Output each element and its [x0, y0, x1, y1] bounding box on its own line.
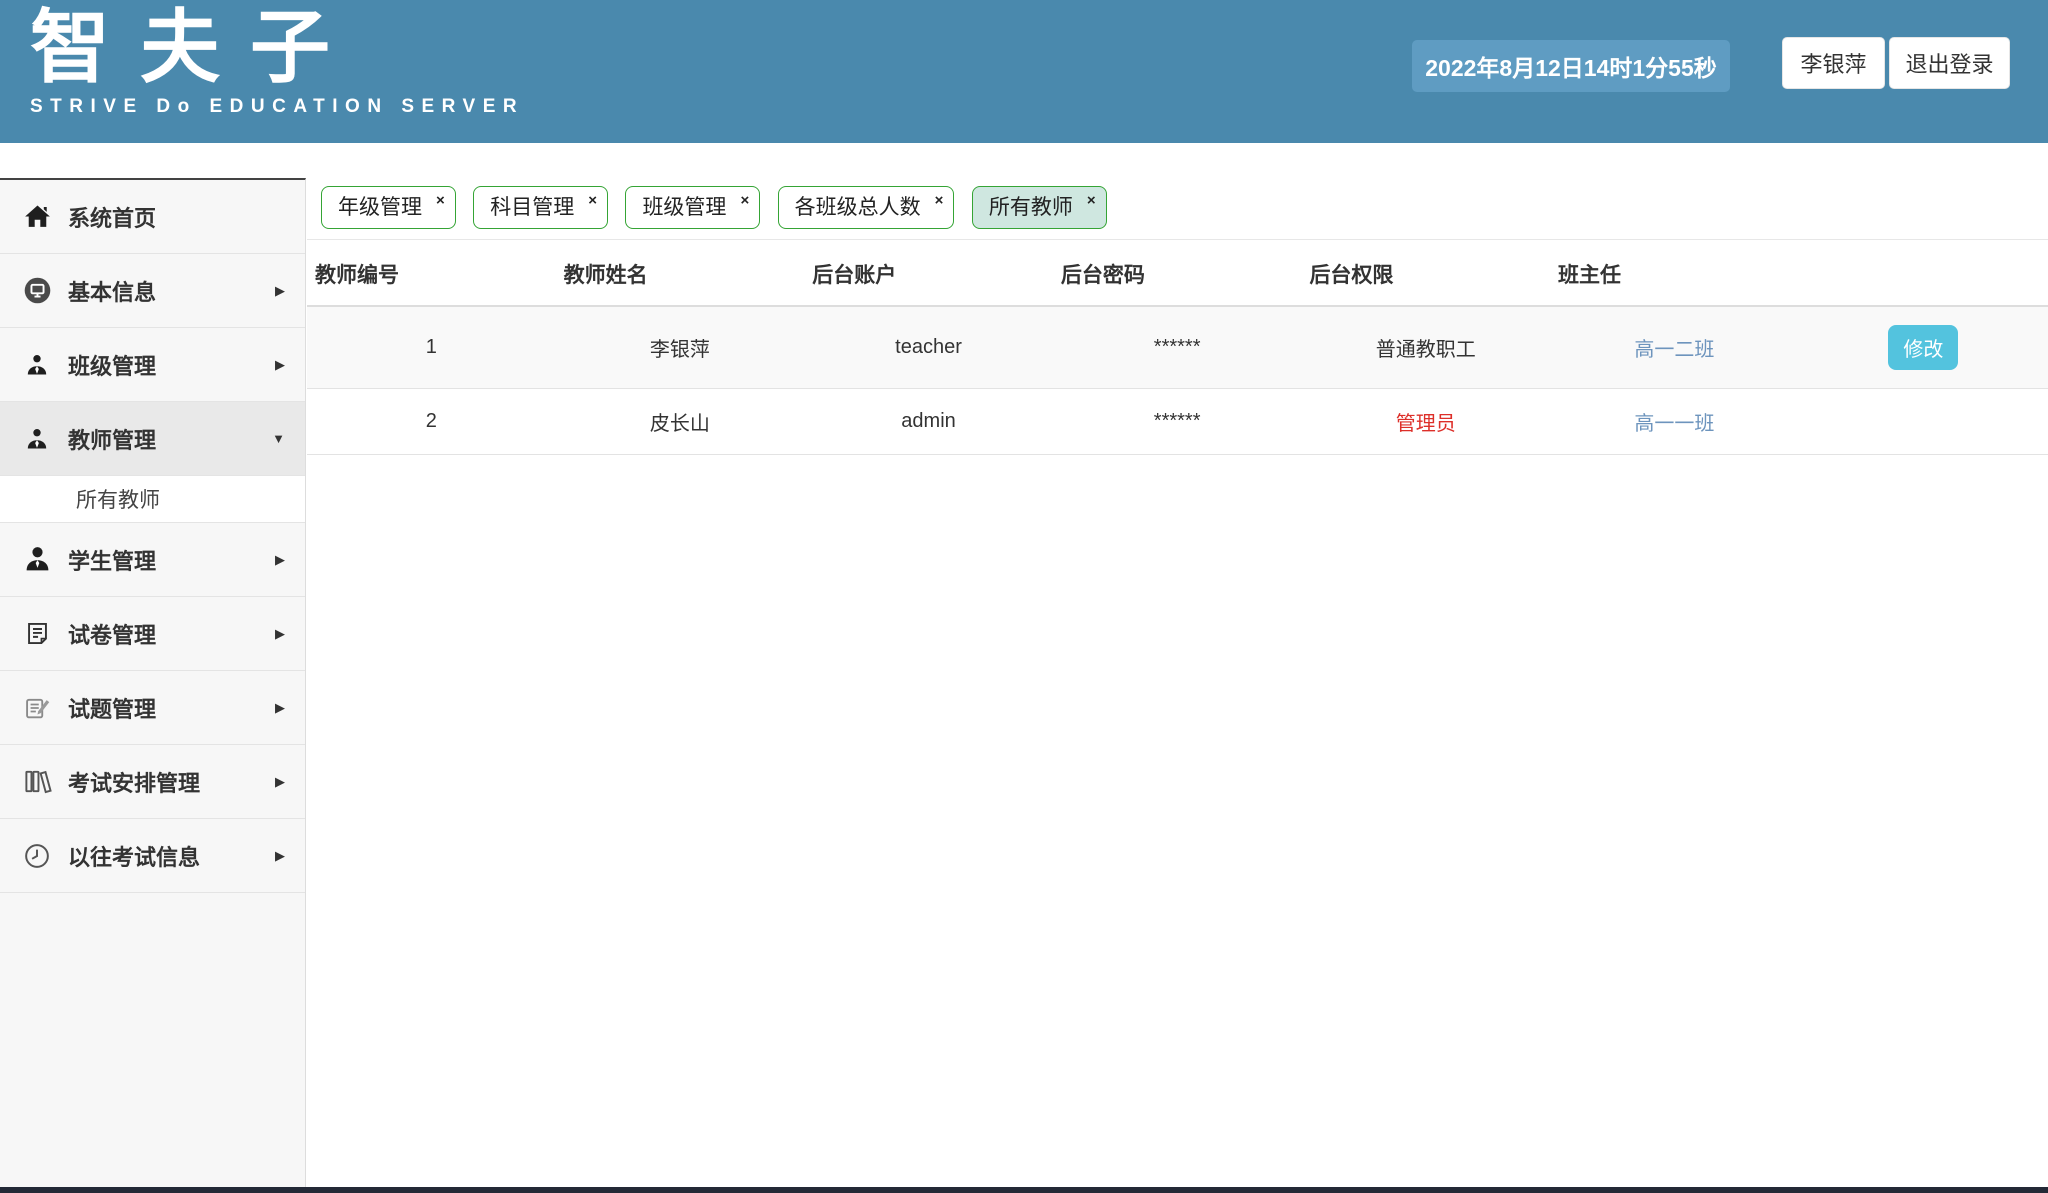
sidebar-item-label: 以往考试信息: [68, 840, 200, 872]
col-header-head-teacher: 班主任: [1550, 240, 1799, 306]
tab-class-totals[interactable]: 各班级总人数 ×: [778, 186, 955, 229]
chevron-right-icon: ▶: [275, 700, 285, 716]
chevron-right-icon: ▶: [275, 283, 285, 299]
sidebar-item-exam-schedule-mgmt[interactable]: 考试安排管理 ▶: [0, 745, 305, 819]
sidebar-item-label: 试卷管理: [68, 618, 156, 650]
sidebar-item-question-mgmt[interactable]: 试题管理 ▶: [0, 671, 305, 745]
main-content: 年级管理 × 科目管理 × 班级管理 × 各班级总人数 × 所有教师 × 教师编…: [307, 178, 2048, 1187]
sidebar-item-label: 基本信息: [68, 275, 156, 307]
tab-label: 所有教师: [989, 187, 1073, 228]
tab-label: 各班级总人数: [795, 187, 921, 228]
monitor-circle-icon: [22, 276, 52, 306]
close-icon[interactable]: ×: [740, 192, 749, 209]
col-header-account: 后台账户: [804, 240, 1053, 306]
cell-account: teacher: [804, 306, 1053, 389]
cell-teacher-name: 皮长山: [556, 389, 805, 455]
sidebar-item-label: 学生管理: [68, 544, 156, 576]
tab-grade-mgmt[interactable]: 年级管理 ×: [321, 186, 456, 229]
sidebar-subitem-label: 所有教师: [76, 484, 160, 514]
datetime-display: 2022年8月12日14时1分55秒: [1412, 40, 1730, 92]
table-row: 2 皮长山 admin ****** 管理员 高一一班: [307, 389, 2048, 455]
chevron-down-icon: ▼: [272, 431, 285, 446]
cell-password: ******: [1053, 306, 1302, 389]
person-icon: [22, 350, 52, 380]
cell-permission: 普通教职工: [1301, 306, 1550, 389]
chevron-right-icon: ▶: [275, 357, 285, 373]
current-user-button[interactable]: 李银萍: [1782, 37, 1885, 89]
sidebar-item-exam-paper-mgmt[interactable]: 试卷管理 ▶: [0, 597, 305, 671]
chevron-right-icon: ▶: [275, 848, 285, 864]
close-icon[interactable]: ×: [935, 192, 944, 209]
person-icon: [22, 424, 52, 454]
sidebar-item-past-exam-info[interactable]: 以往考试信息 ▶: [0, 819, 305, 893]
close-icon[interactable]: ×: [1087, 192, 1096, 209]
sidebar-item-label: 考试安排管理: [68, 766, 200, 798]
sidebar-item-student-mgmt[interactable]: 学生管理 ▶: [0, 523, 305, 597]
tab-class-mgmt[interactable]: 班级管理 ×: [625, 186, 760, 229]
chevron-right-icon: ▶: [275, 552, 285, 568]
sidebar-item-home[interactable]: 系统首页: [0, 180, 305, 254]
cell-permission: 管理员: [1396, 413, 1456, 435]
tab-label: 班级管理: [642, 187, 726, 228]
logout-button[interactable]: 退出登录: [1889, 37, 2010, 89]
paper-icon: [22, 619, 52, 649]
tab-all-teachers[interactable]: 所有教师 ×: [972, 186, 1107, 229]
sidebar-item-label: 教师管理: [68, 423, 156, 455]
sidebar-item-label: 班级管理: [68, 349, 156, 381]
sidebar-item-label: 试题管理: [68, 692, 156, 724]
sidebar-subitem-all-teachers[interactable]: 所有教师: [0, 476, 305, 523]
col-header-teacher-name: 教师姓名: [556, 240, 805, 306]
cell-actions: [1799, 389, 2048, 455]
close-icon[interactable]: ×: [436, 192, 445, 209]
col-header-teacher-id: 教师编号: [307, 240, 556, 306]
sidebar-item-label: 系统首页: [68, 201, 156, 233]
tab-label: 年级管理: [338, 187, 422, 228]
bottom-window-edge: [0, 1187, 2048, 1193]
col-header-actions: [1799, 240, 2048, 306]
cell-account: admin: [804, 389, 1053, 455]
sidebar-item-basic-info[interactable]: 基本信息 ▶: [0, 254, 305, 328]
head-teacher-class-link[interactable]: 高一二班: [1634, 339, 1714, 361]
tab-subject-mgmt[interactable]: 科目管理 ×: [473, 186, 608, 229]
table-row: 1 李银萍 teacher ****** 普通教职工 高一二班 修改: [307, 306, 2048, 389]
sidebar-item-teacher-mgmt[interactable]: 教师管理 ▼: [0, 402, 305, 476]
cell-teacher-name: 李银萍: [556, 306, 805, 389]
edit-button[interactable]: 修改: [1888, 325, 1958, 370]
table-header-row: 教师编号 教师姓名 后台账户 后台密码 后台权限 班主任: [307, 240, 2048, 306]
cell-teacher-id: 1: [307, 306, 556, 389]
cell-password: ******: [1053, 389, 1302, 455]
chevron-right-icon: ▶: [275, 626, 285, 642]
logo-title: 智夫子: [30, 2, 524, 94]
app-logo: 智夫子 STRIVE Do EDUCATION SERVER: [30, 2, 524, 118]
col-header-password: 后台密码: [1053, 240, 1302, 306]
head-teacher-class-link[interactable]: 高一一班: [1634, 413, 1714, 435]
books-icon: [22, 767, 52, 797]
teachers-table: 教师编号 教师姓名 后台账户 后台密码 后台权限 班主任 1 李银萍 teach…: [307, 240, 2048, 455]
app-header: 智夫子 STRIVE Do EDUCATION SERVER 2022年8月12…: [0, 0, 2048, 143]
tab-label: 科目管理: [490, 187, 574, 228]
chevron-right-icon: ▶: [275, 774, 285, 790]
col-header-permission: 后台权限: [1301, 240, 1550, 306]
tab-bar: 年级管理 × 科目管理 × 班级管理 × 各班级总人数 × 所有教师 ×: [307, 178, 2048, 240]
sidebar-item-class-mgmt[interactable]: 班级管理 ▶: [0, 328, 305, 402]
clock-icon: [22, 841, 52, 871]
home-icon: [22, 202, 52, 232]
cell-teacher-id: 2: [307, 389, 556, 455]
close-icon[interactable]: ×: [588, 192, 597, 209]
edit-note-icon: [22, 693, 52, 723]
sidebar-nav: 系统首页 基本信息 ▶ 班级管理 ▶: [0, 178, 306, 1187]
student-icon: [22, 545, 52, 575]
logo-subtitle: STRIVE Do EDUCATION SERVER: [30, 96, 524, 118]
